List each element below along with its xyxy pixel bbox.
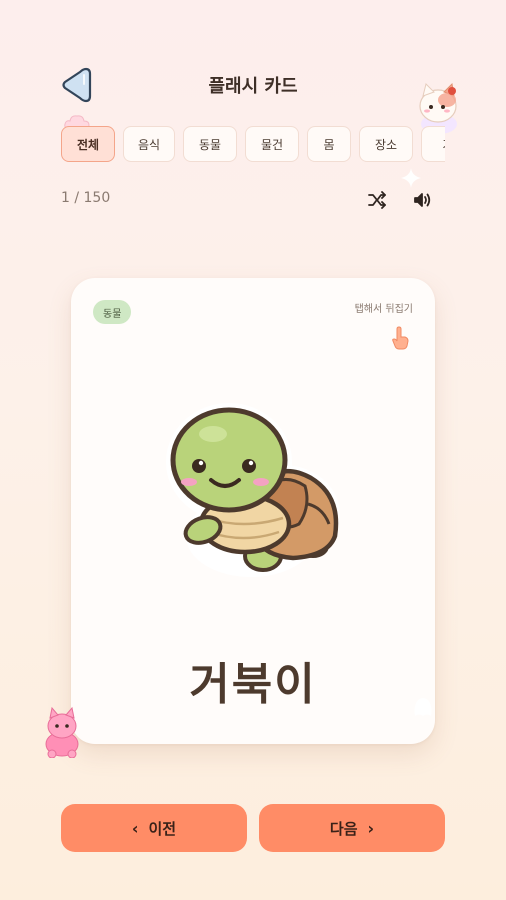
previous-button[interactable]: ‹ 이전	[61, 804, 247, 852]
previous-button-label: 이전	[148, 819, 177, 838]
turtle-illustration	[166, 403, 340, 577]
tab-body[interactable]: 몸	[307, 126, 351, 162]
category-tabs: 전체 음식 동물 물건 몸 장소 가	[61, 126, 445, 162]
sparkle-decoration-icon	[401, 168, 421, 188]
chevron-right-icon: ›	[367, 818, 375, 838]
category-badge: 동물	[93, 300, 132, 324]
pink-cat-sticker-icon	[45, 706, 79, 758]
sound-button[interactable]	[410, 188, 434, 212]
tab-places[interactable]: 장소	[359, 126, 413, 162]
tab-animals[interactable]: 동물	[183, 126, 237, 162]
tap-hand-icon	[392, 326, 409, 350]
shuffle-button[interactable]	[365, 188, 389, 212]
tab-more[interactable]: 가	[421, 126, 445, 162]
cloud-ghost-decoration-icon	[414, 698, 432, 716]
tab-food[interactable]: 음식	[123, 126, 175, 162]
next-button[interactable]: 다음 ›	[259, 804, 445, 852]
tab-objects[interactable]: 물건	[245, 126, 299, 162]
chevron-left-icon: ‹	[131, 818, 139, 838]
shuffle-icon	[368, 191, 386, 209]
flash-card[interactable]: 동물 탭해서 뒤집기 거북이	[71, 278, 435, 744]
flip-hint: 탭해서 뒤집기	[354, 304, 413, 315]
speaker-icon	[414, 193, 431, 207]
card-counter: 1 / 150	[61, 190, 111, 206]
card-word: 거북이	[189, 659, 317, 710]
tab-all[interactable]: 전체	[61, 126, 115, 162]
next-button-label: 다음	[329, 819, 358, 838]
